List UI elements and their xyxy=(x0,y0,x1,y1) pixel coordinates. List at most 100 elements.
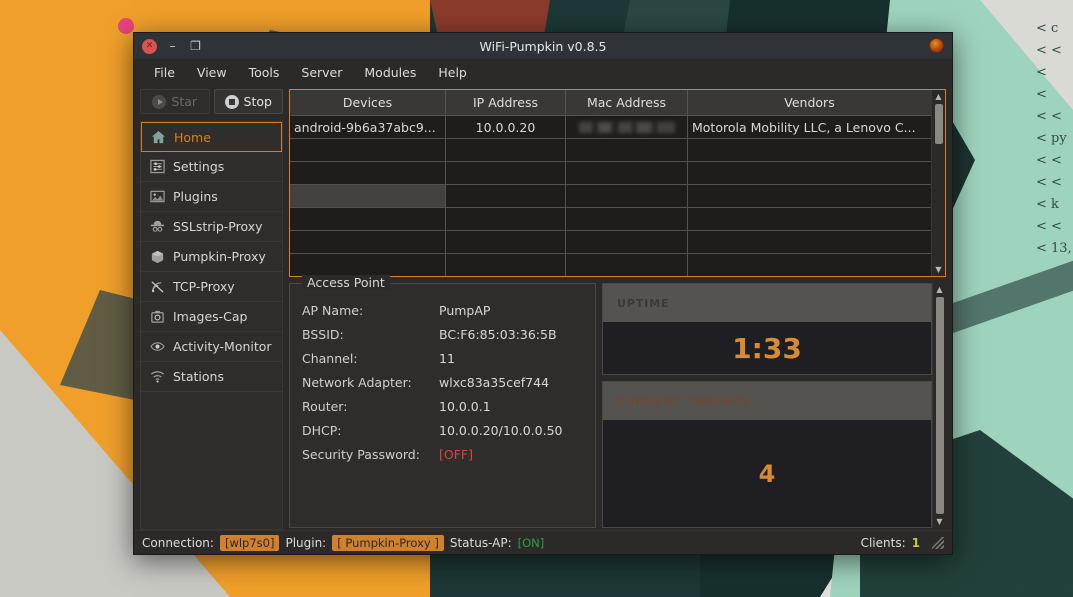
ap-field-channel: Channel: 11 xyxy=(302,346,583,370)
cell-mac xyxy=(566,162,688,184)
table-row[interactable] xyxy=(290,138,931,161)
cell-vendor xyxy=(688,231,931,253)
menu-view[interactable]: View xyxy=(187,62,237,83)
settings-sliders-icon xyxy=(149,159,165,175)
menu-server[interactable]: Server xyxy=(291,62,352,83)
ap-field-label: Channel: xyxy=(302,351,439,366)
ap-field-dhcp: DHCP: 10.0.0.20/10.0.0.50 xyxy=(302,418,583,442)
resize-grip[interactable] xyxy=(932,537,944,549)
maximize-icon[interactable]: ❐ xyxy=(188,39,203,54)
plugin-value-badge: [ Pumpkin-Proxy ] xyxy=(332,535,444,551)
ap-field-label: BSSID: xyxy=(302,327,439,342)
sidebar-item-activity-monitor[interactable]: Activity-Monitor xyxy=(141,332,282,362)
table-row[interactable] xyxy=(290,184,931,207)
sidebar-item-stations[interactable]: Stations xyxy=(141,362,282,392)
minimize-icon[interactable]: – xyxy=(165,39,180,54)
scroll-down-arrow-icon[interactable]: ▼ xyxy=(933,515,947,528)
play-icon xyxy=(152,95,166,109)
scrollbar-thumb[interactable] xyxy=(936,297,944,514)
column-header-vendors[interactable]: Vendors xyxy=(688,90,931,115)
scroll-up-arrow-icon[interactable]: ▲ xyxy=(932,90,946,103)
ap-field-value: wlxc83a35cef744 xyxy=(439,375,549,390)
wifi-pumpkin-window: ✕ – ❐ WiFi-Pumpkin v0.8.5 File View Tool… xyxy=(133,32,953,555)
cell-vendor xyxy=(688,254,931,276)
cell-vendor xyxy=(688,162,931,184)
window-body: Star Stop Home xyxy=(134,85,952,530)
sidebar-item-label: Home xyxy=(174,130,211,145)
wifi-icon xyxy=(149,369,165,385)
menu-modules[interactable]: Modules xyxy=(354,62,426,83)
start-button[interactable]: Star xyxy=(140,89,210,114)
table-row[interactable] xyxy=(290,230,931,253)
sidebar-item-pumpkin-proxy[interactable]: Pumpkin-Proxy xyxy=(141,242,282,272)
status-ap-label: Status-AP: xyxy=(450,536,512,550)
table-row[interactable] xyxy=(290,161,931,184)
image-plugin-icon xyxy=(149,189,165,205)
menu-tools[interactable]: Tools xyxy=(239,62,290,83)
sidebar-item-tcp-proxy[interactable]: TCP-Proxy xyxy=(141,272,282,302)
access-point-panel: Access Point AP Name: PumpAP BSSID: BC:F… xyxy=(289,283,596,528)
table-row[interactable]: android-9b6a37abc9... 10.0.0.20 Motorola… xyxy=(290,115,931,138)
cell-ip xyxy=(446,254,566,276)
clients-label: Clients: xyxy=(861,536,906,550)
table-row[interactable] xyxy=(290,253,931,276)
connection-label: Connection: xyxy=(142,536,214,550)
wallpaper-code-text-right: < c < < < < < < < py < < < < < k < < < 1… xyxy=(1036,18,1072,260)
sidebar-item-label: TCP-Proxy xyxy=(173,279,235,294)
stop-button-label: Stop xyxy=(244,94,272,109)
ap-field-label: DHCP: xyxy=(302,423,439,438)
stats-scrollbar[interactable]: ▲ ▼ xyxy=(932,283,946,528)
stop-square-icon xyxy=(225,95,239,109)
sidebar-item-plugins[interactable]: Plugins xyxy=(141,182,282,212)
window-titlebar[interactable]: ✕ – ❐ WiFi-Pumpkin v0.8.5 xyxy=(134,33,952,59)
cell-ip: 10.0.0.20 xyxy=(446,116,566,138)
pumpkin-app-icon xyxy=(929,38,944,53)
sidebar-item-settings[interactable]: Settings xyxy=(141,152,282,182)
camera-icon xyxy=(149,309,165,325)
current-threads-value: 4 xyxy=(603,420,931,527)
stop-button[interactable]: Stop xyxy=(214,89,284,114)
sidebar-item-images-cap[interactable]: Images-Cap xyxy=(141,302,282,332)
spy-hat-icon xyxy=(149,219,165,235)
wallpaper-dot xyxy=(118,18,134,34)
devices-table: Devices IP Address Mac Address Vendors a… xyxy=(290,90,931,276)
ap-field-label: AP Name: xyxy=(302,303,439,318)
close-icon[interactable]: ✕ xyxy=(142,39,157,54)
ap-field-value: BC:F6:85:03:36:5B xyxy=(439,327,557,342)
cell-vendor xyxy=(688,208,931,230)
menubar: File View Tools Server Modules Help xyxy=(134,59,952,85)
devices-table-header: Devices IP Address Mac Address Vendors xyxy=(290,90,931,115)
column-header-mac-address[interactable]: Mac Address xyxy=(566,90,688,115)
cell-ip xyxy=(446,208,566,230)
ap-field-label: Router: xyxy=(302,399,439,414)
scroll-up-arrow-icon[interactable]: ▲ xyxy=(933,283,947,296)
uptime-card-title: UPTIME xyxy=(603,284,931,322)
mac-address-redacted xyxy=(579,122,675,133)
ap-field-label: Network Adapter: xyxy=(302,375,439,390)
home-icon xyxy=(150,129,166,145)
start-button-label: Star xyxy=(171,94,197,109)
cell-mac xyxy=(566,116,688,138)
menu-help[interactable]: Help xyxy=(428,62,477,83)
main-content: Devices IP Address Mac Address Vendors a… xyxy=(289,89,946,530)
scroll-down-arrow-icon[interactable]: ▼ xyxy=(932,263,946,276)
sidebar-item-label: Settings xyxy=(173,159,224,174)
sidebar-item-sslstrip-proxy[interactable]: SSLstrip-Proxy xyxy=(141,212,282,242)
uptime-card: UPTIME 1:33 xyxy=(602,283,932,375)
cell-ip xyxy=(446,185,566,207)
box-package-icon xyxy=(149,249,165,265)
scrollbar-track[interactable] xyxy=(932,103,946,263)
sidebar-item-home[interactable]: Home xyxy=(141,122,282,152)
column-header-devices[interactable]: Devices xyxy=(290,90,446,115)
scrollbar-track[interactable] xyxy=(933,296,947,515)
devices-table-scrollbar[interactable]: ▲ ▼ xyxy=(931,90,945,276)
cell-vendor: Motorola Mobility LLC, a Lenovo C... xyxy=(688,116,931,138)
ap-field-router: Router: 10.0.0.1 xyxy=(302,394,583,418)
menu-file[interactable]: File xyxy=(144,62,185,83)
ap-field-value: 10.0.0.20/10.0.0.50 xyxy=(439,423,563,438)
column-header-ip-address[interactable]: IP Address xyxy=(446,90,566,115)
ap-field-value: PumpAP xyxy=(439,303,490,318)
scrollbar-thumb[interactable] xyxy=(935,104,943,144)
connection-value-badge: [wlp7s0] xyxy=(220,535,280,551)
table-row[interactable] xyxy=(290,207,931,230)
